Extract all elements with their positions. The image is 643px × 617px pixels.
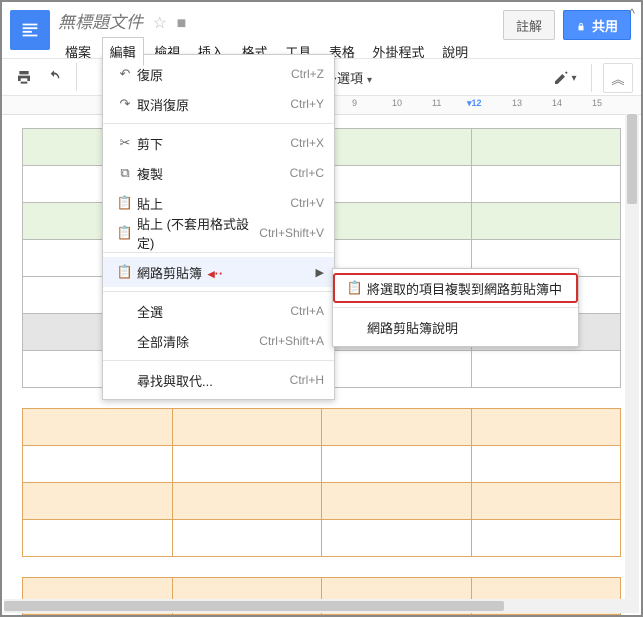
window-caret-icon: ^ (629, 6, 635, 21)
submenu-copy-to-clipboard[interactable]: 📋 將選取的項目複製到網路剪貼簿中 (333, 273, 578, 303)
collapse-toolbar-icon[interactable]: ︽ (603, 63, 633, 93)
scrollbar-thumb[interactable] (627, 114, 637, 204)
horizontal-scrollbar[interactable] (4, 599, 625, 613)
scrollbar-thumb[interactable] (4, 601, 504, 611)
submenu-arrow-icon: ▶ (316, 266, 324, 279)
share-label: 共用 (592, 16, 618, 35)
redo-icon: ↷ (113, 96, 137, 112)
annotation-arrow-icon: ◂·· (208, 266, 223, 281)
toolbar-separator (76, 63, 78, 91)
undo-icon[interactable] (40, 63, 68, 91)
edit-menu-dropdown: ↶ 復原 Ctrl+Z ↷ 取消復原 Ctrl+Y ✂ 剪下 Ctrl+X ⧉ … (102, 54, 335, 400)
lock-icon (576, 20, 586, 30)
ruler-mark: 11 (432, 98, 441, 108)
ruler-mark: 13 (512, 98, 522, 108)
menu-find-replace[interactable]: 尋找與取代... Ctrl+H (103, 365, 334, 395)
menu-select-all[interactable]: 全選 Ctrl+A (103, 296, 334, 326)
menu-separator (103, 360, 334, 361)
toolbar-separator (591, 64, 593, 92)
ruler-mark: 10 (392, 98, 402, 108)
ruler-mark: 15 (592, 98, 602, 108)
menu-redo[interactable]: ↷ 取消復原 Ctrl+Y (103, 89, 334, 119)
document-title[interactable]: 無標題文件 (58, 8, 143, 33)
scissors-icon: ✂ (113, 135, 137, 151)
menu-paste-plain[interactable]: 📋 貼上 (不套用格式設定) Ctrl+Shift+V (103, 218, 334, 248)
clipboard-plain-icon: 📋 (113, 225, 137, 241)
star-icon[interactable]: ☆ (153, 15, 167, 32)
menu-separator (103, 123, 334, 124)
table-2[interactable] (22, 408, 621, 557)
menu-separator (103, 291, 334, 292)
docs-logo-icon[interactable] (10, 10, 50, 50)
menu-clear-all[interactable]: 全部清除 Ctrl+Shift+A (103, 326, 334, 356)
vertical-scrollbar[interactable] (625, 114, 639, 613)
menu-copy[interactable]: ⧉ 複製 Ctrl+C (103, 158, 334, 188)
menu-cut[interactable]: ✂ 剪下 Ctrl+X (103, 128, 334, 158)
menu-edit[interactable]: 編輯 (102, 37, 144, 66)
pencil-icon[interactable]: ▾ (551, 64, 579, 92)
menu-separator (333, 307, 578, 308)
undo-icon: ↶ (113, 66, 137, 82)
menu-web-clipboard[interactable]: 📋 網路剪貼簿◂·· ▶ (103, 257, 334, 287)
copy-icon: ⧉ (113, 165, 137, 181)
comment-button[interactable]: 註解 (503, 10, 555, 40)
print-icon[interactable] (10, 63, 38, 91)
menu-separator (103, 252, 334, 253)
clipboard-icon: 📋 (113, 195, 137, 211)
ruler-tabstop-icon[interactable]: ▾12 (467, 98, 482, 109)
web-clipboard-submenu: 📋 將選取的項目複製到網路剪貼簿中 網路剪貼簿說明 (332, 268, 579, 347)
ruler-mark: 9 (352, 98, 357, 108)
title-bar: 無標題文件 ☆ ■ 檔案 編輯 檢視 插入 格式 工具 表格 外掛程式 說明 註… (2, 2, 641, 58)
share-button[interactable]: 共用 (563, 10, 631, 40)
folder-icon[interactable]: ■ (177, 15, 187, 32)
clipboard-icon: 📋 (343, 280, 367, 296)
submenu-clipboard-help[interactable]: 網路剪貼簿說明 (333, 312, 578, 342)
web-clipboard-icon: 📋 (113, 264, 137, 280)
ruler-mark: 14 (552, 98, 562, 108)
